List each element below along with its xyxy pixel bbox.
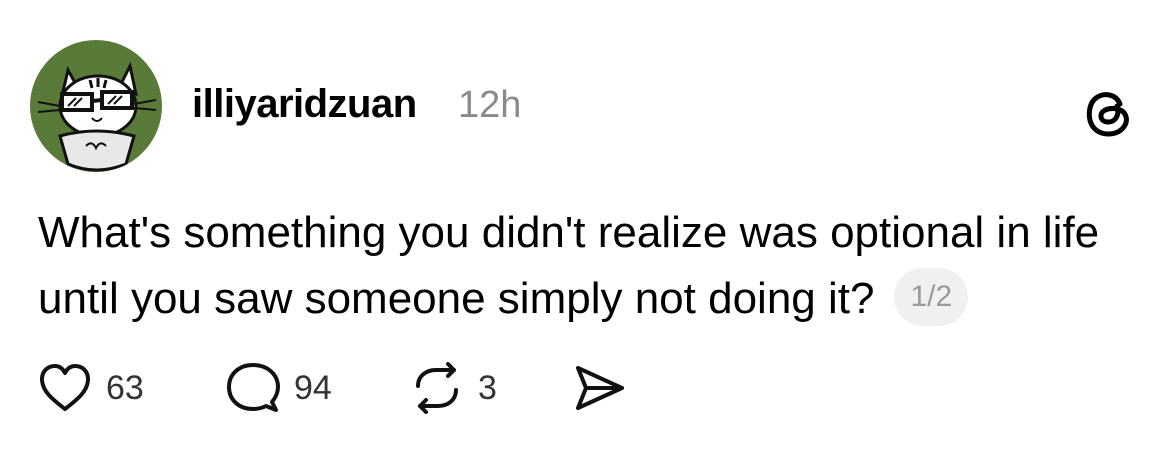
username[interactable]: illiyaridzuan bbox=[192, 82, 417, 127]
post-timestamp: 12h bbox=[458, 84, 522, 126]
cat-avatar-icon bbox=[37, 61, 157, 172]
heart-icon bbox=[40, 364, 90, 411]
reply-count: 94 bbox=[294, 368, 332, 407]
repost-button[interactable]: 3 bbox=[410, 360, 497, 416]
page-indicator-badge: 1/2 bbox=[894, 268, 969, 327]
repost-count: 3 bbox=[478, 368, 497, 407]
like-button[interactable]: 63 bbox=[38, 360, 144, 416]
send-icon bbox=[576, 366, 624, 410]
post-body: What's something you didn't realize was … bbox=[38, 200, 1118, 332]
share-button[interactable] bbox=[574, 360, 626, 416]
repost-icon bbox=[416, 362, 458, 414]
avatar[interactable] bbox=[30, 40, 162, 172]
like-count: 63 bbox=[106, 368, 144, 407]
threads-post: illiyaridzuan 12h What's something you d… bbox=[0, 0, 1157, 450]
comment-icon bbox=[227, 363, 280, 412]
threads-logo-icon[interactable] bbox=[1082, 86, 1134, 138]
reply-button[interactable]: 94 bbox=[226, 360, 332, 416]
